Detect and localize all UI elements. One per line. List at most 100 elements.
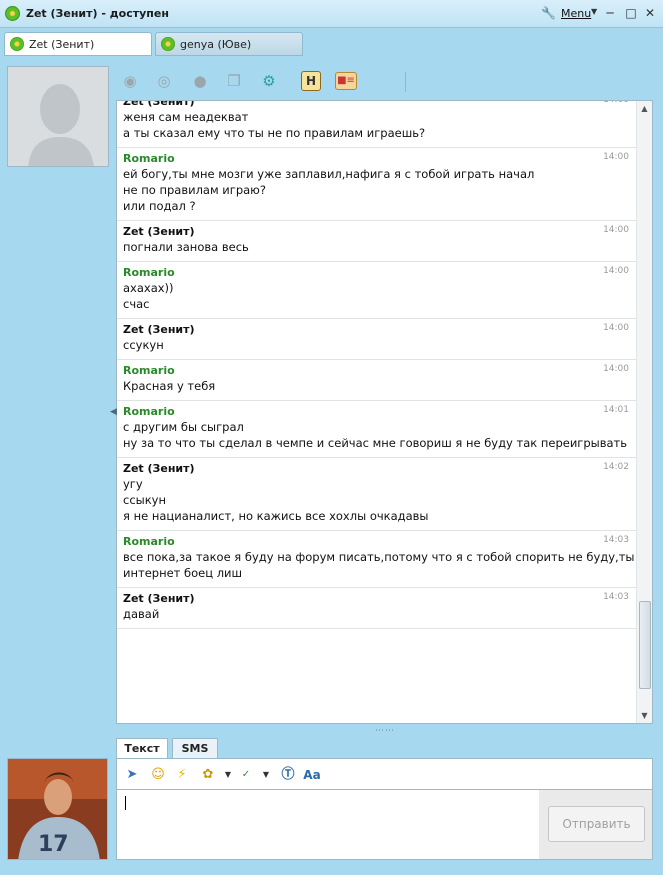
tab-sms[interactable]: SMS bbox=[172, 738, 218, 758]
message-text: ссыкун bbox=[123, 493, 166, 507]
message-time: 14:01 bbox=[603, 405, 629, 415]
splitter-handle[interactable]: ⋯⋯ bbox=[375, 726, 395, 736]
chat-message: Zet (Зенит) 14:02 угу ссыкун я не нацианалис… bbox=[117, 458, 637, 531]
chat-message: Romario 14:00 ахахах)) счас bbox=[117, 262, 637, 319]
message-sender: Zet (Зенит) bbox=[123, 323, 195, 336]
message-time: 14:00 bbox=[603, 100, 629, 105]
svg-text:17: 17 bbox=[38, 832, 69, 857]
message-sender: Romario bbox=[123, 535, 175, 548]
bee-menu-chevron-icon[interactable]: ▼ bbox=[219, 766, 237, 784]
message-input[interactable]: Отправить bbox=[116, 789, 653, 860]
minimize-icon[interactable]: ─ bbox=[603, 5, 617, 21]
message-time: 14:03 bbox=[603, 535, 629, 545]
toolbar-divider bbox=[405, 72, 406, 92]
menu-button[interactable]: Menu bbox=[561, 7, 591, 20]
wrench-icon[interactable]: 🔧 bbox=[541, 7, 556, 20]
contact-avatar bbox=[7, 66, 109, 167]
game-icon[interactable]: ⚙ bbox=[258, 70, 280, 92]
chat-message: Romario 14:00 Красная у тебя bbox=[117, 360, 637, 401]
chat-message: Zet (Зенит) 14:00 женя сам неадекват а ты с… bbox=[117, 100, 637, 148]
silhouette-icon bbox=[8, 67, 108, 166]
message-text: погнали занова весь bbox=[123, 240, 249, 254]
lightning-icon[interactable]: ⚡ bbox=[173, 766, 191, 784]
scroll-thumb[interactable] bbox=[639, 601, 651, 689]
message-list: Zet (Зенит) 14:00 женя сам неадекват а ты с… bbox=[117, 100, 637, 629]
message-time: 14:02 bbox=[603, 462, 629, 472]
message-text: все пока,за такое я буду на форум писать… bbox=[123, 550, 635, 564]
message-text: давай bbox=[123, 607, 160, 621]
user-avatar: 17 bbox=[7, 758, 108, 860]
chat-toolbar: ◉ ◎ ● ❐ ⚙ H ■≡ bbox=[115, 64, 655, 98]
scrollbar[interactable]: ▲ ▼ bbox=[636, 101, 652, 723]
status-online-icon bbox=[161, 37, 175, 51]
message-text: женя сам неадекват bbox=[123, 110, 249, 124]
chat-message: Romario 14:00 ей богу,ты мне мозги уже зап… bbox=[117, 148, 637, 221]
message-sender: Romario bbox=[123, 266, 175, 279]
text-caret bbox=[125, 796, 126, 810]
message-sender: Romario bbox=[123, 152, 175, 165]
message-time: 14:00 bbox=[603, 364, 629, 374]
webcam-icon[interactable]: ◉ bbox=[119, 70, 141, 92]
translit-icon[interactable]: Ⓣ bbox=[279, 766, 297, 784]
icq-flower-icon bbox=[5, 6, 20, 21]
maximize-icon[interactable]: □ bbox=[624, 5, 638, 21]
message-time: 14:00 bbox=[603, 225, 629, 235]
message-sender: Zet (Зенит) bbox=[123, 100, 195, 108]
tab-label: Zet (Зенит) bbox=[29, 38, 95, 51]
message-sender: Zet (Зенит) bbox=[123, 225, 195, 238]
tab-label: genya (Юве) bbox=[180, 38, 252, 51]
message-sender: Romario bbox=[123, 364, 175, 377]
font-icon[interactable]: Aa bbox=[303, 766, 321, 784]
collapse-panel-icon[interactable]: ◀ bbox=[110, 407, 117, 417]
contact-card-icon[interactable]: ■≡ bbox=[335, 72, 357, 90]
scroll-up-icon[interactable]: ▲ bbox=[637, 101, 652, 116]
message-sender: Zet (Зенит) bbox=[123, 592, 195, 605]
close-icon[interactable]: ✕ bbox=[643, 5, 657, 21]
history-icon[interactable]: H bbox=[301, 71, 321, 91]
chat-history[interactable]: Zet (Зенит) 14:00 женя сам неадекват а ты с… bbox=[116, 100, 653, 724]
title-bar: Zet (Зенит) - доступен 🔧 Menu ▼ ─ □ ✕ bbox=[0, 0, 663, 28]
message-time: 14:00 bbox=[603, 152, 629, 162]
message-text: ей богу,ты мне мозги уже заплавил,нафига… bbox=[123, 167, 535, 181]
message-time: 14:00 bbox=[603, 266, 629, 276]
spellcheck-chevron-icon[interactable]: ▼ bbox=[257, 766, 275, 784]
message-text: ссукун bbox=[123, 338, 164, 352]
window-title: Zet (Зенит) - доступен bbox=[26, 7, 169, 20]
menu-chevron-down-icon[interactable]: ▼ bbox=[591, 7, 597, 16]
message-text: Красная у тебя bbox=[123, 379, 216, 393]
message-text: ну за то что ты сделал в чемпе и сейчас … bbox=[123, 436, 628, 450]
chat-message: Romario 14:01 с другим бы сыграл ну за то ч… bbox=[117, 401, 637, 458]
message-text: интернет боец лиш bbox=[123, 566, 243, 580]
send-file-icon[interactable]: ➤ bbox=[123, 766, 141, 784]
bee-icon[interactable]: ✿ bbox=[199, 766, 217, 784]
user-photo: 17 bbox=[8, 759, 107, 859]
message-time: 14:00 bbox=[603, 323, 629, 333]
status-online-icon bbox=[10, 37, 24, 51]
message-text: не по правилам играю? bbox=[123, 183, 266, 197]
message-sender: Romario bbox=[123, 405, 175, 418]
spellcheck-icon[interactable]: ✓ bbox=[237, 766, 255, 784]
message-text: ахахах)) bbox=[123, 281, 174, 295]
chat-message: Zet (Зенит) 14:03 давай bbox=[117, 588, 637, 629]
message-text: угу bbox=[123, 477, 143, 491]
chat-message: Zet (Зенит) 14:00 ссукун bbox=[117, 319, 637, 360]
message-text: или подал ? bbox=[123, 199, 196, 213]
microphone-icon[interactable]: ◎ bbox=[153, 70, 175, 92]
send-button[interactable]: Отправить bbox=[548, 806, 645, 842]
input-panel: Текст SMS ➤ ☺ ⚡ ✿ ▼ ✓ ▼ Ⓣ Aa Отправить bbox=[116, 736, 653, 860]
files-icon[interactable]: ❐ bbox=[223, 70, 245, 92]
message-text: счас bbox=[123, 297, 150, 311]
scroll-down-icon[interactable]: ▼ bbox=[637, 708, 652, 723]
tab-zet[interactable]: Zet (Зенит) bbox=[4, 32, 152, 56]
contact-tabs: Zet (Зенит) genya (Юве) bbox=[0, 29, 663, 59]
message-text: а ты сказал ему что ты не по правилам иг… bbox=[123, 126, 426, 140]
send-area: Отправить bbox=[539, 790, 652, 859]
chat-message: Romario 14:03 все пока,за такое я буду на … bbox=[117, 531, 637, 588]
contacts-icon[interactable]: ● bbox=[189, 70, 211, 92]
tab-text[interactable]: Текст bbox=[116, 738, 168, 759]
message-time: 14:03 bbox=[603, 592, 629, 602]
tab-genya[interactable]: genya (Юве) bbox=[155, 32, 303, 56]
chat-message: Zet (Зенит) 14:00 погнали занова весь bbox=[117, 221, 637, 262]
message-sender: Zet (Зенит) bbox=[123, 462, 195, 475]
smiley-icon[interactable]: ☺ bbox=[149, 766, 167, 784]
